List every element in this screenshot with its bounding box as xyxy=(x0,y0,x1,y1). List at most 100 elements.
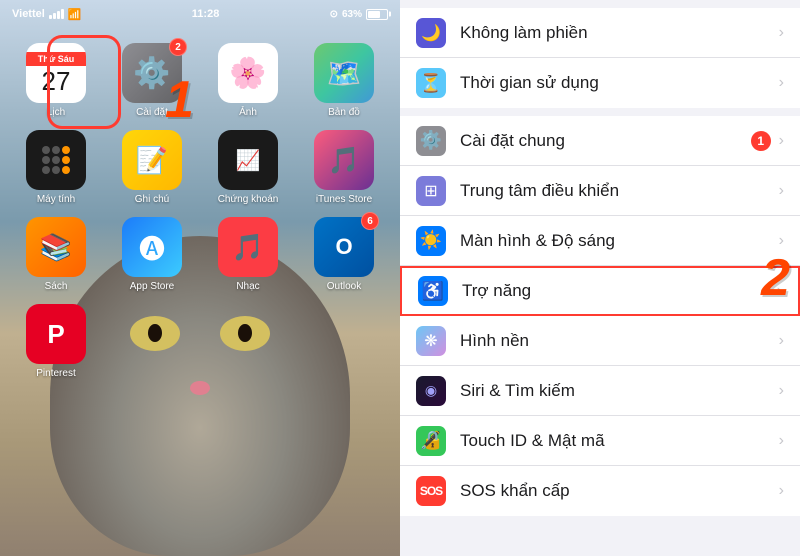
settings-item-khonglam[interactable]: 🌙 Không làm phiền › xyxy=(400,8,800,58)
books-symbol: 📚 xyxy=(40,232,72,263)
battery-percent: 63% xyxy=(342,9,362,20)
sos-icon: SOS xyxy=(416,476,446,506)
app-label-chungkhoan: Chứng khoán xyxy=(218,194,279,205)
app-label-photos: Ảnh xyxy=(239,107,257,118)
app-itunes[interactable]: 🎵 iTunes Store xyxy=(300,130,388,205)
sos-label: SOS khẩn cấp xyxy=(460,481,779,501)
accessibility-icon: ♿ xyxy=(418,276,448,306)
settings-item-siri[interactable]: ◉ Siri & Tìm kiếm › xyxy=(400,366,800,416)
settings-panel: 🌙 Không làm phiền › ⏳ Thời gian sử dụng … xyxy=(400,0,800,556)
status-left: Viettel 📶 xyxy=(12,8,82,21)
calc-buttons xyxy=(38,142,74,178)
stocks-icon: 📈 xyxy=(218,130,278,190)
battery-fill xyxy=(368,11,380,18)
itunes-symbol: 🎵 xyxy=(328,145,360,176)
app-label-outlook: Outlook xyxy=(327,281,361,292)
settings-item-caidatchung[interactable]: ⚙️ Cài đặt chung 1 › xyxy=(400,116,800,166)
siri-label: Siri & Tìm kiếm xyxy=(460,381,779,401)
moon-icon: 🌙 xyxy=(416,18,446,48)
time-label: 11:28 xyxy=(192,8,220,20)
settings-item-hinhnen[interactable]: ❋ Hình nền › xyxy=(400,316,800,366)
calc-btn-6 xyxy=(62,156,70,164)
thoigian-label: Thời gian sử dụng xyxy=(460,73,779,93)
notes-symbol: 📝 xyxy=(136,145,168,176)
settings-item-thoigian[interactable]: ⏳ Thời gian sử dụng › xyxy=(400,58,800,108)
app-nhac[interactable]: 🎵 Nhạc xyxy=(204,217,292,292)
chevron-icon: › xyxy=(779,182,784,200)
chevron-icon: › xyxy=(779,232,784,250)
caidatchung-label: Cài đặt chung xyxy=(460,131,751,151)
settings-group-1: 🌙 Không làm phiền › ⏳ Thời gian sử dụng … xyxy=(400,8,800,108)
touchid-right: › xyxy=(779,432,784,450)
flower-icon: 🌸 xyxy=(229,56,266,91)
chevron-icon: › xyxy=(779,24,784,42)
itunes-icon: 🎵 xyxy=(314,130,374,190)
appstore-symbol: 🅐 xyxy=(139,229,165,266)
app-label-sach: Sách xyxy=(45,281,68,292)
chevron-icon: › xyxy=(779,74,784,92)
status-right: ⊙ 63% xyxy=(330,9,388,20)
calc-btn-2 xyxy=(52,146,60,154)
app-label-itunes: iTunes Store xyxy=(316,194,372,205)
outlook-symbol: O xyxy=(335,234,352,260)
calc-btn-4 xyxy=(42,156,50,164)
signal-bars xyxy=(49,9,64,19)
chevron-icon: › xyxy=(779,332,784,350)
app-label-caidat: Cài đặt xyxy=(136,107,168,118)
tronang-label: Trợ năng xyxy=(462,281,777,301)
calc-btn-9 xyxy=(62,166,70,174)
remote-icon: ⊞ xyxy=(416,176,446,206)
app-pinterest[interactable]: P Pinterest xyxy=(12,304,100,379)
music-symbol: 🎵 xyxy=(232,232,264,263)
maps-icon: 🗺️ xyxy=(314,43,374,103)
chevron-icon: › xyxy=(779,482,784,500)
khonglam-right: › xyxy=(779,24,784,42)
touchid-icon: 🔏 xyxy=(416,426,446,456)
app-label-maytinh: Máy tính xyxy=(37,194,75,205)
app-outlook[interactable]: O 6 Outlook xyxy=(300,217,388,292)
calc-btn-5 xyxy=(52,156,60,164)
app-appstore[interactable]: 🅐 App Store xyxy=(108,217,196,292)
calc-icon xyxy=(26,130,86,190)
settings-group-2: ⚙️ Cài đặt chung 1 › ⊞ Trung tâm điều kh… xyxy=(400,116,800,516)
settings-item-touchid[interactable]: 🔏 Touch ID & Mật mã › xyxy=(400,416,800,466)
signal-bar-1 xyxy=(49,15,52,19)
hinhnen-right: › xyxy=(779,332,784,350)
appstore-icon: 🅐 xyxy=(122,217,182,277)
settings-item-sos[interactable]: SOS SOS khẩn cấp › xyxy=(400,466,800,516)
annotation-number-2: 2 xyxy=(761,248,790,308)
caidat-badge: 2 xyxy=(169,38,187,56)
trungtam-label: Trung tâm điều khiển xyxy=(460,181,779,201)
app-chungkhoan[interactable]: 📈 Chứng khoán xyxy=(204,130,292,205)
app-maytinh[interactable]: Máy tính xyxy=(12,130,100,205)
settings-item-trungtam[interactable]: ⊞ Trung tâm điều khiển › xyxy=(400,166,800,216)
khonglam-label: Không làm phiền xyxy=(460,23,779,43)
app-bando[interactable]: 🗺️ Bản đồ xyxy=(300,43,388,118)
siri-right: › xyxy=(779,382,784,400)
wifi-icon: 📶 xyxy=(68,8,82,21)
calc-btn-1 xyxy=(42,146,50,154)
settings-item-manhinh[interactable]: ☀️ Màn hình & Độ sáng › xyxy=(400,216,800,266)
settings-item-tronang[interactable]: ♿ Trợ năng › xyxy=(400,266,800,316)
hinhnen-label: Hình nền xyxy=(460,331,779,351)
stocks-symbol: 📈 xyxy=(236,148,261,173)
brightness-icon: ☀️ xyxy=(416,226,446,256)
thoigian-right: › xyxy=(779,74,784,92)
signal-bar-3 xyxy=(57,11,60,19)
phone-screen: Viettel 📶 11:28 ⊙ 63% Thứ Sáu 27 xyxy=(0,0,400,556)
nhac-icon: 🎵 xyxy=(218,217,278,277)
carrier-label: Viettel xyxy=(12,8,45,20)
map-symbol: 🗺️ xyxy=(327,57,362,90)
app-photos[interactable]: 🌸 Ảnh xyxy=(204,43,292,118)
app-ghichu[interactable]: 📝 Ghi chú xyxy=(108,130,196,205)
app-sach[interactable]: 📚 Sách xyxy=(12,217,100,292)
location-icon: ⊙ xyxy=(330,9,338,20)
gear-settings-icon: ⚙️ xyxy=(416,126,446,156)
touchid-label: Touch ID & Mật mã xyxy=(460,431,779,451)
calc-btn-7 xyxy=(42,166,50,174)
app-label-nhac: Nhạc xyxy=(236,281,259,292)
hourglass-icon: ⏳ xyxy=(416,68,446,98)
caidatchung-right: 1 › xyxy=(751,131,784,151)
manhinh-right: › xyxy=(779,232,784,250)
ghichu-icon: 📝 xyxy=(122,130,182,190)
